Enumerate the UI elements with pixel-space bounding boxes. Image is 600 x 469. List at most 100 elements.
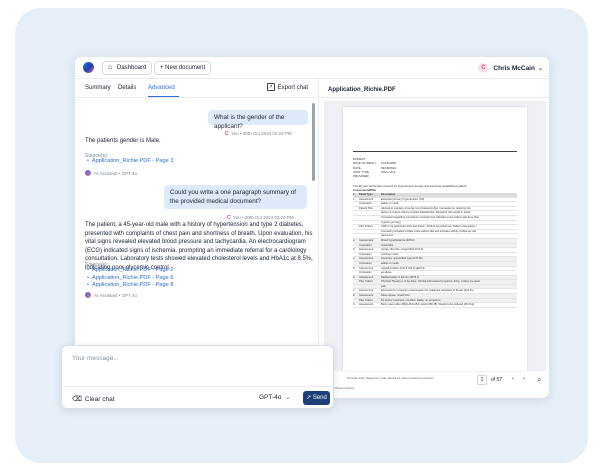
ai-assistant-icon (85, 292, 91, 298)
page-fields: PATIENT DATE OF BIRTH 11/16/1968 DATE 09/18/… (353, 157, 396, 178)
source-link[interactable]: Application_Richie.PDF - Page 3 (87, 158, 173, 166)
page-field-value: Office Visit (381, 169, 396, 174)
source-link[interactable]: Application_Richie.PDF - Page 2 (87, 267, 173, 275)
table-cell: Assessment (359, 248, 374, 252)
table-cell: Impression (359, 202, 372, 206)
tab-advanced[interactable]: Advanced (148, 85, 175, 91)
table-cell: Insomnia, unspecified type (G47.00) (381, 257, 423, 261)
assessment-table: # Detail Type Description 1. Assessment Essen… (353, 193, 517, 308)
table-cell: Patient Plan (359, 206, 373, 210)
table-cell (359, 285, 381, 289)
ai-meta: AI Assistant • GPT 4o (85, 170, 137, 176)
new-document-button[interactable]: + New document (154, 61, 212, 75)
table-cell: factors to reduce chance of heart attack… (381, 211, 471, 215)
table-cell (359, 234, 381, 238)
table-cell: Advised to maintain a low-fat, low chole… (381, 206, 471, 210)
table-cell (359, 216, 381, 220)
message-composer: Your message... ⌫ Clear chat GPT-4o ⌄ ↗ Se… (61, 345, 334, 409)
table-cell: counseling included a follow a low-sodiu… (381, 229, 477, 233)
table-cell: discussed. (381, 234, 394, 238)
dashboard-button[interactable]: ⌂ Dashboard (102, 61, 153, 75)
pager-thumb-text: Provider Plan Diagnosis code placed for … (347, 376, 434, 380)
table-cell (359, 230, 381, 234)
chevron-down-icon: ⌄ (285, 395, 291, 401)
divider (62, 386, 333, 387)
user-name: Chris McCain (493, 64, 535, 72)
table-cell: Impression (359, 261, 372, 265)
table-cell: Mixed hyperlipidemia (E78.2) (381, 238, 415, 242)
top-bar: ⌂ Dashboard + New document C Chris McCain… (75, 57, 549, 79)
table-cell (359, 211, 381, 215)
export-icon: ↗ (266, 83, 275, 92)
next-page-icon[interactable]: › (523, 376, 525, 382)
message-input[interactable]: Your message... (72, 355, 119, 362)
table-cell: stable on meds. (381, 202, 400, 206)
table-cell (359, 221, 381, 225)
page-number-input[interactable]: 1 (477, 375, 487, 385)
table-cell: continue meds. (381, 252, 399, 256)
source-list: Application_Richie.PDF - Page 3 (87, 158, 173, 166)
table-cell: Encounter for screening mammogram for ma… (381, 289, 474, 293)
table-cell: 2 grams per day). (381, 220, 402, 224)
chevron-down-icon: ⌄ (537, 65, 543, 72)
table-cell: Assessment (359, 266, 374, 270)
export-chat-button[interactable]: ↗ Export chat (266, 83, 308, 94)
ai-answer: The patient, a 45-year-old male with a h… (85, 222, 313, 271)
pdf-page: PATIENT DATE OF BIRTH 11/16/1968 DATE 09/18/… (343, 107, 527, 371)
source-list: Application_Richie.PDF - Page 2 Applicat… (87, 267, 173, 290)
table-cell: pain. (381, 284, 387, 288)
table-cell: Plan Orders (359, 298, 373, 302)
table-cell: as above. (381, 271, 393, 275)
page-field: PROVIDER (353, 174, 396, 178)
ai-answer: The patients gender is Male. (85, 138, 161, 144)
user-message: What is the gender of the applicant? (208, 110, 308, 130)
chat-scrollbar[interactable] (312, 103, 315, 181)
table-cell: Impression (359, 243, 372, 247)
table-cell: Plan Orders (359, 280, 373, 284)
page-intro: The 40 year old female presents for hype… (353, 184, 467, 192)
table-cell: check labs. (381, 243, 394, 247)
ai-meta: AI Assistant • GPT 4o (85, 292, 137, 298)
table-header-cell: Detail Type (359, 193, 373, 196)
pdf-viewer[interactable]: PATIENT DATE OF BIRTH 11/16/1968 DATE 09/18/… (324, 101, 546, 371)
home-icon: ⌂ (108, 64, 113, 71)
table-cell: Assessment (359, 238, 374, 242)
source-link[interactable]: Application_Richie.PDF - Page 6 (87, 275, 173, 283)
app-logo-icon (83, 62, 94, 73)
table-cell: Body mass index (BMI) 28.0-28.9, adult (… (381, 303, 475, 307)
table-cell: Assessment (359, 294, 374, 298)
page-rule (353, 151, 517, 152)
tab-details[interactable]: Details (118, 85, 136, 91)
table-cell: Essential (primary) hypertension (I10) (381, 197, 425, 201)
table-cell: stable on meds. (381, 261, 400, 265)
table-header-cell: Description (381, 193, 396, 196)
eraser-icon: ⌫ (72, 396, 82, 403)
table-cell: Anxiety disorder, unspecified (F41.9) (381, 248, 424, 252)
table-cell: Assessment (359, 197, 374, 201)
document-title: Application_Richie.PDF (328, 87, 396, 93)
prev-page-icon[interactable]: ‹ (512, 376, 514, 382)
divider (319, 97, 549, 98)
user-menu[interactable]: C Chris McCain ⌄ (478, 62, 543, 74)
model-select[interactable]: GPT-4o ⌄ (259, 394, 290, 401)
pager-bar: ◂ Provider Plan Diagnosis code placed fo… (319, 373, 549, 395)
table-cell: No further treatment, condition stable, … (381, 298, 441, 302)
avatar: C (478, 63, 489, 73)
user-message: Could you write a one paragraph summary … (164, 185, 307, 209)
table-cell: Assessment (359, 275, 374, 279)
divider (75, 97, 318, 98)
source-link[interactable]: Application_Richie.PDF - Page 8 (87, 282, 173, 290)
table-cell: Assessment (359, 289, 374, 293)
send-button[interactable]: ↗ Send (303, 391, 330, 405)
table-cell: Counseled regarding importance of weight… (381, 215, 480, 219)
table-cell: Assessment (359, 257, 374, 261)
clear-chat-button[interactable]: ⌫ Clear chat (72, 395, 115, 403)
table-row: 9. Assessment Body mass index (BMI) 28.0-2… (353, 303, 517, 308)
table-cell: Plan Orders (359, 225, 373, 229)
zoom-icon[interactable]: ⌕ (537, 375, 541, 385)
ai-assistant-icon (85, 170, 91, 176)
tab-summary[interactable]: Summary (85, 85, 111, 91)
table-cell: Assessment (359, 303, 374, 307)
send-icon: ↗ (306, 395, 312, 401)
table-cell: Sleep apnea, mixed form (381, 294, 410, 298)
